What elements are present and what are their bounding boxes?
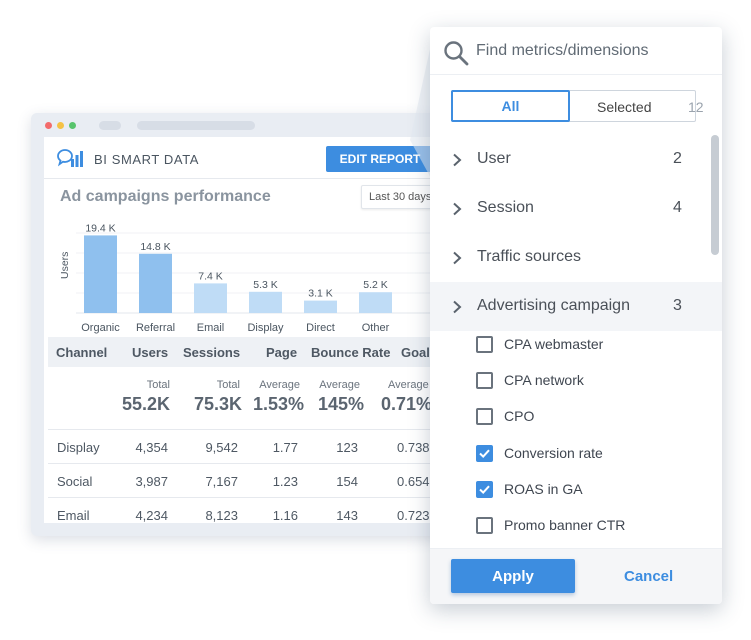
search-bar — [430, 27, 722, 75]
group-label: Traffic sources — [477, 248, 582, 265]
tab-selected[interactable]: Selected — [597, 99, 651, 115]
group-count: 2 — [673, 150, 682, 167]
checkbox-label: CPA network — [504, 372, 584, 388]
checkbox-item-conversion-rate[interactable]: Conversion rate — [430, 435, 722, 471]
group-label: User — [477, 150, 511, 167]
checkbox-label: Conversion rate — [504, 445, 603, 461]
metrics-picker-panel: All Selected 12 User 2 Session 4 Traffic… — [430, 27, 722, 604]
metrics-list: User 2 Session 4 Traffic sources Adverti… — [430, 135, 722, 548]
cancel-button[interactable]: Cancel — [624, 568, 673, 585]
checkbox-label: Promo banner CTR — [504, 517, 626, 533]
checkbox-label: CPO — [504, 408, 535, 424]
checkbox-unchecked[interactable] — [476, 372, 493, 389]
checkbox-item-cpa-network[interactable]: CPA network — [430, 362, 722, 398]
chevron-right-icon — [453, 153, 462, 167]
chevron-right-icon — [453, 202, 462, 216]
checkbox-unchecked[interactable] — [476, 336, 493, 353]
selected-count-badge: 12 — [688, 99, 704, 115]
checkbox-item-roas-in-ga[interactable]: ROAS in GA — [430, 471, 722, 507]
group-advertising-campaign[interactable]: Advertising campaign 3 — [430, 282, 722, 331]
group-user[interactable]: User 2 — [430, 135, 722, 184]
group-count: 3 — [673, 297, 682, 314]
group-count: 4 — [673, 199, 682, 216]
checkbox-unchecked[interactable] — [476, 517, 493, 534]
checkbox-unchecked[interactable] — [476, 408, 493, 425]
checkbox-item-promo-banner-ctr[interactable]: Promo banner CTR — [430, 507, 722, 543]
checkbox-item-cpo[interactable]: CPO — [430, 398, 722, 434]
search-icon — [444, 41, 469, 66]
group-traffic-sources[interactable]: Traffic sources — [430, 233, 722, 282]
checkmark-icon — [479, 449, 490, 459]
checkmark-icon — [479, 485, 490, 495]
checkbox-checked[interactable] — [476, 445, 493, 462]
panel-footer: Apply Cancel — [430, 548, 722, 604]
checkbox-item-cpa-webmaster[interactable]: CPA webmaster — [430, 326, 722, 362]
filter-segmented-control: All Selected 12 — [451, 90, 704, 122]
group-label: Advertising campaign — [477, 297, 630, 314]
chevron-right-icon — [453, 300, 462, 314]
scrollbar-thumb[interactable] — [711, 135, 719, 255]
group-session[interactable]: Session 4 — [430, 184, 722, 233]
search-input[interactable] — [476, 42, 706, 60]
chevron-right-icon — [453, 251, 462, 265]
checkbox-checked[interactable] — [476, 481, 493, 498]
apply-button[interactable]: Apply — [451, 559, 575, 593]
checkbox-label: ROAS in GA — [504, 481, 583, 497]
group-label: Session — [477, 199, 534, 216]
checkbox-label: CPA webmaster — [504, 336, 604, 352]
tab-all[interactable]: All — [451, 90, 570, 122]
